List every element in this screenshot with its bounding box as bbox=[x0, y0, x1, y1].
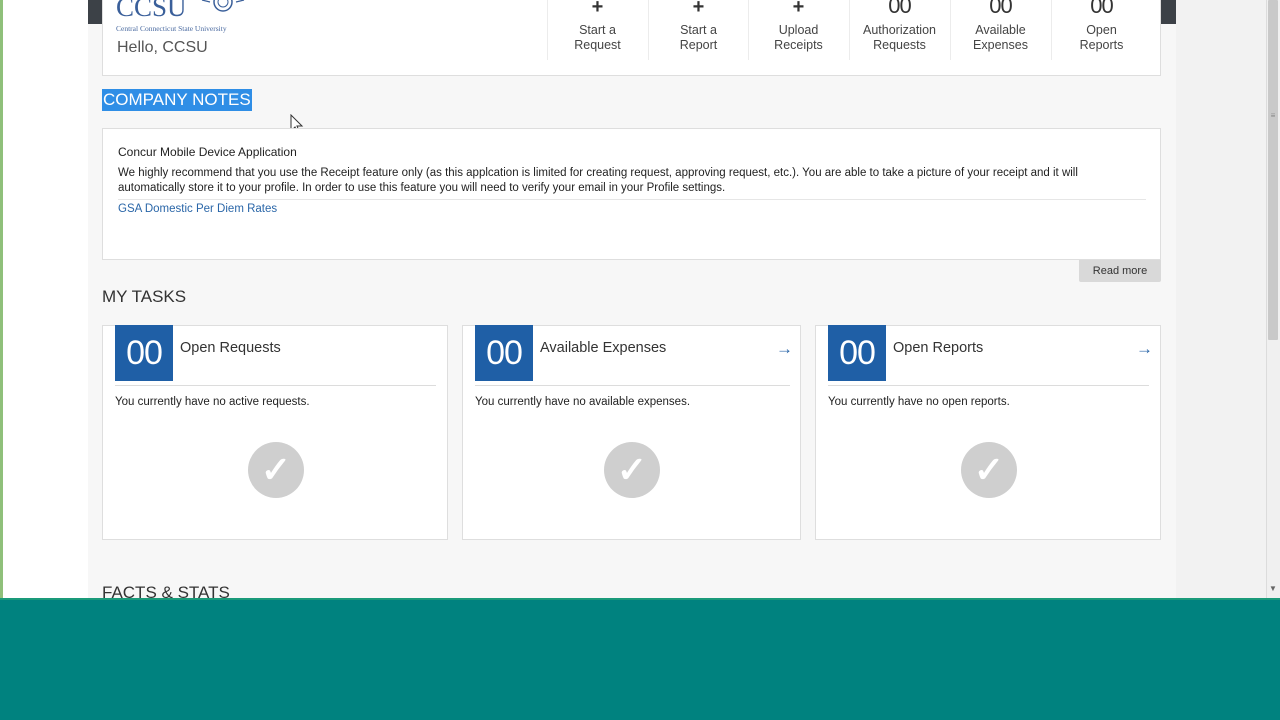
task-count-badge: 00 bbox=[828, 325, 886, 381]
upload-receipts-button[interactable]: + Upload Receipts bbox=[748, 0, 848, 60]
company-notes-card: Concur Mobile Device Application We high… bbox=[102, 128, 1161, 260]
university-seal-icon bbox=[201, 0, 245, 12]
task-count-badge: 00 bbox=[115, 325, 173, 381]
authorization-requests-count: 00 bbox=[888, 0, 911, 18]
open-reports-card[interactable]: 00 Open Reports → You currently have no … bbox=[815, 325, 1161, 540]
quick-action-label: Start a Report bbox=[679, 23, 718, 52]
read-more-button[interactable]: Read more bbox=[1079, 260, 1161, 282]
top-nav-bar-right bbox=[1161, 0, 1176, 24]
logo-wordmark: CCSU bbox=[116, 0, 187, 22]
checkmark-icon: ✓ bbox=[604, 442, 660, 498]
logo-subtitle: Central Connecticut State University bbox=[116, 24, 227, 33]
quick-action-label: Upload Receipts bbox=[774, 23, 823, 52]
arrow-right-icon[interactable]: → bbox=[1136, 339, 1153, 359]
start-report-button[interactable]: + Start a Report bbox=[648, 0, 748, 60]
checkmark-icon: ✓ bbox=[248, 442, 304, 498]
bottom-teal-band bbox=[0, 598, 1280, 720]
checkmark-icon: ✓ bbox=[961, 442, 1017, 498]
quick-action-label: Available Expenses bbox=[973, 23, 1028, 52]
quick-action-label: Start a Request bbox=[574, 23, 621, 52]
scroll-down-arrow-icon[interactable]: ▼ bbox=[1268, 583, 1278, 595]
top-nav-bar-left bbox=[88, 0, 102, 24]
task-divider bbox=[828, 385, 1149, 386]
plus-icon: + bbox=[692, 0, 705, 18]
start-request-button[interactable]: + Start a Request bbox=[547, 0, 647, 60]
task-title: Open Requests bbox=[180, 340, 281, 356]
authorization-requests-button[interactable]: 00 Authorization Requests bbox=[849, 0, 949, 60]
open-reports-button[interactable]: 00 Open Reports bbox=[1051, 0, 1151, 60]
task-title: Available Expenses bbox=[540, 340, 667, 356]
task-divider bbox=[115, 385, 436, 386]
note-title: Concur Mobile Device Application bbox=[118, 145, 297, 159]
quick-action-label: Open Reports bbox=[1079, 23, 1124, 52]
header-card: + Start a Request + Start a Report + Uploa… bbox=[102, 0, 1161, 76]
task-message: You currently have no open reports. bbox=[828, 396, 1010, 408]
ccsu-logo: CCSU Central Connecticut State Universit… bbox=[116, 0, 256, 36]
scrollbar-grip-icon: ≡ bbox=[1270, 111, 1276, 120]
note-body: We highly recommend that you use the Rec… bbox=[118, 167, 1078, 194]
user-greeting: Hello, CCSU bbox=[117, 39, 208, 56]
task-message: You currently have no active requests. bbox=[115, 396, 310, 408]
quick-action-label: Authorization Requests bbox=[863, 23, 936, 52]
available-expenses-count: 00 bbox=[989, 0, 1012, 18]
note-divider bbox=[118, 199, 1146, 200]
scrollbar-thumb[interactable] bbox=[1268, 0, 1278, 340]
available-expenses-button[interactable]: 00 Available Expenses bbox=[950, 0, 1050, 60]
arrow-right-icon[interactable]: → bbox=[776, 339, 793, 359]
window-left-border bbox=[0, 0, 3, 598]
right-gutter bbox=[1176, 0, 1267, 598]
gsa-per-diem-link[interactable]: GSA Domestic Per Diem Rates bbox=[118, 203, 277, 215]
task-title: Open Reports bbox=[893, 340, 984, 356]
my-tasks-heading: MY TASKS bbox=[102, 287, 187, 306]
open-requests-card[interactable]: 00 Open Requests You currently have no a… bbox=[102, 325, 448, 540]
task-divider bbox=[475, 385, 790, 386]
available-expenses-card[interactable]: 00 Available Expenses → You currently ha… bbox=[462, 325, 801, 540]
task-message: You currently have no available expenses… bbox=[475, 396, 691, 408]
plus-icon: + bbox=[591, 0, 604, 18]
plus-icon: + bbox=[792, 0, 805, 18]
task-count-badge: 00 bbox=[475, 325, 533, 381]
company-notes-heading: COMPANY NOTES bbox=[102, 89, 252, 111]
open-reports-count: 00 bbox=[1090, 0, 1113, 18]
